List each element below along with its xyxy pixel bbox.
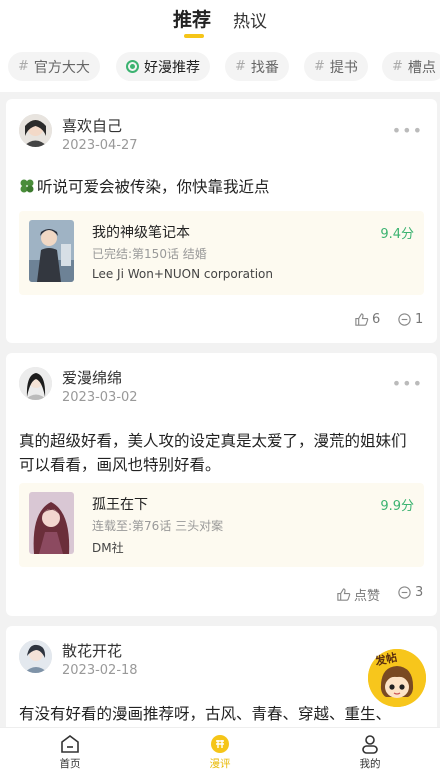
nav-label: 我的 <box>359 758 381 770</box>
post-text: 真的超级好看，美人攻的设定真是太爱了，漫荒的姐妹们可以看看，画风也特别好看。 <box>19 432 407 474</box>
comic-cover-image <box>29 220 74 282</box>
comment-count: 3 <box>415 585 424 600</box>
chip-label: 官方大大 <box>33 59 90 76</box>
tab-recommend[interactable]: 推荐 <box>173 5 211 32</box>
linked-comic-card[interactable]: 孤王在下 连载至:第76话 三头对案 DM社 9.9分 <box>19 483 424 567</box>
tab-hot-discussion[interactable]: 热议 <box>233 7 267 32</box>
chip-complaints[interactable]: # 槽点 <box>382 52 440 81</box>
chip-good-comics[interactable]: 好漫推荐 <box>116 52 210 81</box>
comment-icon <box>398 586 411 599</box>
avatar[interactable] <box>19 367 52 400</box>
thumbs-up-icon <box>355 313 369 326</box>
nav-review[interactable]: 漫评 <box>190 732 250 771</box>
post-card[interactable]: 喜欢自己 2023-04-27 ••• 听说可爱会被传染，你快靠我近点 我的神级… <box>6 99 437 343</box>
linked-comic-card[interactable]: 我的神级笔记本 已完结:第150话 结婚 Lee Ji Won+NUON cor… <box>19 211 424 295</box>
comment-icon <box>398 313 411 326</box>
bottom-nav: 首页 漫评 我的 <box>0 727 440 775</box>
chip-official[interactable]: # 官方大大 <box>8 52 100 81</box>
hash-icon: # <box>392 59 403 74</box>
chip-label: 好漫推荐 <box>144 59 200 76</box>
comic-author: DM社 <box>92 541 124 555</box>
topic-chip-bar: # 官方大大 好漫推荐 # 找番 # 提书 # 槽点 <box>0 44 440 92</box>
like-button[interactable]: 6 <box>354 312 380 327</box>
home-icon <box>61 735 79 753</box>
comic-status: 连载至:第76话 三头对案 <box>92 519 224 533</box>
nav-profile[interactable]: 我的 <box>340 732 400 771</box>
post-date: 2023-04-27 <box>62 138 138 153</box>
more-options-icon[interactable]: ••• <box>392 121 423 140</box>
nav-label: 首页 <box>59 758 81 770</box>
avatar[interactable] <box>19 640 52 673</box>
new-post-button[interactable]: 发帖 <box>368 649 426 707</box>
review-icon <box>211 735 229 753</box>
post-text: 有没有好看的漫画推荐呀，古风、青春、穿越、重生、 <box>19 705 392 723</box>
like-count: 6 <box>372 312 381 327</box>
username[interactable]: 散花开花 <box>62 640 122 661</box>
post-date: 2023-02-18 <box>62 663 138 678</box>
like-count: 点赞 <box>354 589 381 604</box>
comic-cover-image <box>29 492 74 554</box>
nav-home[interactable]: 首页 <box>40 732 100 771</box>
comic-score: 9.9分 <box>380 499 414 514</box>
chip-label: 找番 <box>250 59 279 76</box>
username[interactable]: 爱漫绵绵 <box>62 367 122 388</box>
username[interactable]: 喜欢自己 <box>62 115 122 136</box>
profile-icon <box>362 735 378 754</box>
chip-suggest-book[interactable]: # 提书 <box>304 52 368 81</box>
post-text: 听说可爱会被传染，你快靠我近点 <box>19 175 419 199</box>
post-card[interactable]: 爱漫绵绵 2023-03-02 ••• 真的超级好看，美人攻的设定真是太爱了，漫… <box>6 353 437 616</box>
like-button[interactable]: 点赞 <box>336 585 380 604</box>
comment-count: 1 <box>415 312 424 327</box>
post-date: 2023-03-02 <box>62 390 138 405</box>
avatar[interactable] <box>19 114 52 147</box>
comic-status: 已完结:第150话 结婚 <box>92 247 207 261</box>
comic-title: 我的神级笔记本 <box>92 225 190 241</box>
chip-label: 提书 <box>329 59 358 76</box>
comic-title: 孤王在下 <box>92 497 148 513</box>
thumbs-up-icon <box>337 588 351 601</box>
active-tab-indicator <box>184 34 204 38</box>
chip-find-anime[interactable]: # 找番 <box>225 52 289 81</box>
hash-icon: # <box>235 59 246 74</box>
hash-icon: # <box>314 59 325 74</box>
nav-label: 漫评 <box>209 758 231 770</box>
comic-author: Lee Ji Won+NUON corporation <box>92 267 274 281</box>
comic-score: 9.4分 <box>380 227 414 242</box>
hash-icon: # <box>18 59 29 74</box>
clover-icon <box>20 179 34 193</box>
recommend-dot-icon <box>126 60 139 73</box>
comment-button[interactable]: 3 <box>397 585 423 600</box>
more-options-icon[interactable]: ••• <box>392 374 423 393</box>
chip-label: 槽点 <box>407 59 436 76</box>
top-tab-bar: 推荐 热议 <box>0 0 440 44</box>
comment-button[interactable]: 1 <box>397 312 423 327</box>
